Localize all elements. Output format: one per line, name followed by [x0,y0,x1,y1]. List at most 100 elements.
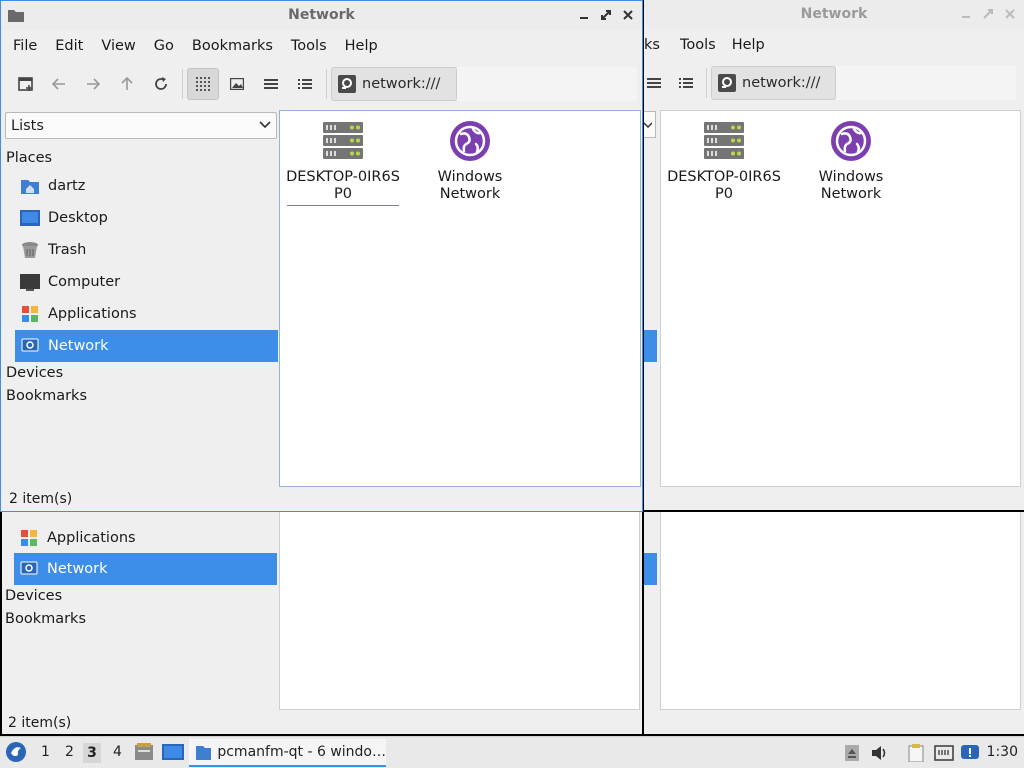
file-view-right[interactable]: DESKTOP-0IR6S P0 Windows Network [660,110,1021,487]
menu-go[interactable]: Go [146,38,182,54]
maximize-icon[interactable] [980,6,996,22]
file-view-bottom-left[interactable] [279,512,640,710]
menu-file[interactable]: File [5,38,45,54]
sidebar-item-desktop[interactable]: Desktop [15,202,278,234]
address-bar-right[interactable]: network:/// [711,66,836,100]
network-location-icon [718,74,736,92]
close-icon[interactable] [620,7,636,23]
section-devices[interactable]: Devices [5,588,62,604]
notification-icon[interactable] [960,743,980,763]
menubar: File Edit View Go Bookmarks Tools Help [1,31,642,61]
file-item-desktop-server[interactable]: DESKTOP-0IR6S P0 [285,117,401,206]
sidebar-item-label: Applications [48,306,137,322]
sidebar-item-label: Applications [47,530,136,546]
menubar-right: ks Tools Help [644,30,1024,60]
menu-help[interactable]: Help [337,38,386,54]
sidebar-item-trash[interactable]: Trash [15,234,278,266]
sidebar-item-label: Computer [48,274,121,290]
menu-tools[interactable]: Tools [283,38,335,54]
file-item-windows-network[interactable]: Windows Network [793,117,909,203]
close-icon[interactable] [1002,6,1018,22]
globe-icon [412,117,528,165]
focus-underline [287,205,399,206]
compact-view-icon[interactable] [289,68,321,100]
menu-tools[interactable]: Tools [672,37,724,53]
new-tab-icon[interactable] [10,68,42,100]
window-title: Network [288,7,355,23]
maximize-icon[interactable] [598,7,614,23]
section-bookmarks[interactable]: Bookmarks [6,388,87,404]
address-text-right: network:/// [742,75,821,91]
volume-icon[interactable] [870,743,890,763]
titlebar-active[interactable]: Network [1,1,642,30]
titlebar-right[interactable]: Network [644,0,1024,29]
thumbnail-view-icon[interactable] [221,68,253,100]
network-icon [19,335,41,357]
file-item-desktop-server[interactable]: DESKTOP-0IR6S P0 [666,117,782,203]
file-name-line2: P0 [715,186,733,202]
desktop-4[interactable]: 4 [113,744,122,760]
menu-bookmarks[interactable]: Bookmarks [184,38,281,54]
file-view[interactable]: DESKTOP-0IR6S P0 Windows Network [279,110,641,487]
taskbar-button-pcmanfm[interactable]: pcmanfm-qt - 6 windo… [189,739,386,767]
file-name-line2: Network [439,186,501,202]
sidebar-item-label: Desktop [48,210,108,226]
file-view-bottom-right[interactable] [660,512,1021,710]
status-bar-bottom-left: 2 item(s) [8,715,72,731]
menu-view[interactable]: View [93,38,143,54]
file-manager-launcher-icon[interactable] [134,742,154,766]
minimize-icon[interactable] [576,7,592,23]
desktop-3[interactable]: 3 [83,743,101,763]
up-icon[interactable] [111,68,143,100]
status-bar: 2 item(s) [9,491,73,507]
sidebar-item-network[interactable]: Network [15,330,278,362]
address-bar[interactable]: network:/// [331,67,457,101]
desktop-1[interactable]: 1 [41,744,50,760]
back-icon[interactable] [43,68,75,100]
section-places[interactable]: Places [6,150,52,166]
side-pane-mode-select[interactable]: Lists [5,112,277,139]
sidebar-strip-bottom-right [644,553,657,585]
network-status-icon[interactable] [934,743,954,763]
trash-icon [19,239,41,261]
sidebar-item-dartz[interactable]: dartz [15,170,278,202]
desktop-2[interactable]: 2 [65,744,74,760]
sidebar-item-applications[interactable]: Applications [14,522,277,554]
menu-edit[interactable]: Edit [47,38,91,54]
icon-view-icon[interactable] [187,68,219,100]
compact-view-icon[interactable] [670,67,702,99]
detailed-view-icon[interactable] [255,68,287,100]
sidebar-item-applications[interactable]: Applications [15,298,278,330]
sidebar-strip-right [644,330,657,362]
network-icon [18,558,40,580]
sidebar-item-computer[interactable]: Computer [15,266,278,298]
window-network-bottom-left: Applications Network Devices Bookmarks 2… [2,512,642,734]
address-bar-rest[interactable] [457,67,637,101]
show-desktop-icon[interactable] [162,743,184,765]
forward-icon[interactable] [77,68,109,100]
reload-icon[interactable] [145,68,177,100]
side-pane-mode-value: Lists [11,117,44,134]
section-devices[interactable]: Devices [6,365,63,381]
file-item-windows-network[interactable]: Windows Network [412,117,528,203]
menu-bookmarks-partial[interactable]: ks [644,37,668,53]
window-network-right: Network ks Tools Help network:/// DESKTO… [644,0,1024,510]
minimize-icon[interactable] [958,6,974,22]
window-network-bottom-right [644,512,1024,734]
section-bookmarks[interactable]: Bookmarks [5,611,86,627]
detailed-view-icon[interactable] [644,67,670,99]
file-name-line1: DESKTOP-0IR6S [667,169,781,185]
clipboard-icon[interactable] [906,743,926,763]
sidebar-item-network[interactable]: Network [14,553,277,585]
chevron-down-icon [259,118,271,134]
globe-icon [793,117,909,165]
eject-icon[interactable] [842,743,862,763]
window-network-active: Network File Edit View Go Bookmarks Tool… [0,0,643,512]
main-menu-icon[interactable] [5,741,27,767]
toolbar-right: network:/// [644,62,1024,104]
toolbar: network:/// [1,63,642,105]
applications-icon [18,527,40,549]
menu-help[interactable]: Help [724,37,773,53]
server-icon [666,117,782,165]
file-name-line2: P0 [334,186,352,202]
